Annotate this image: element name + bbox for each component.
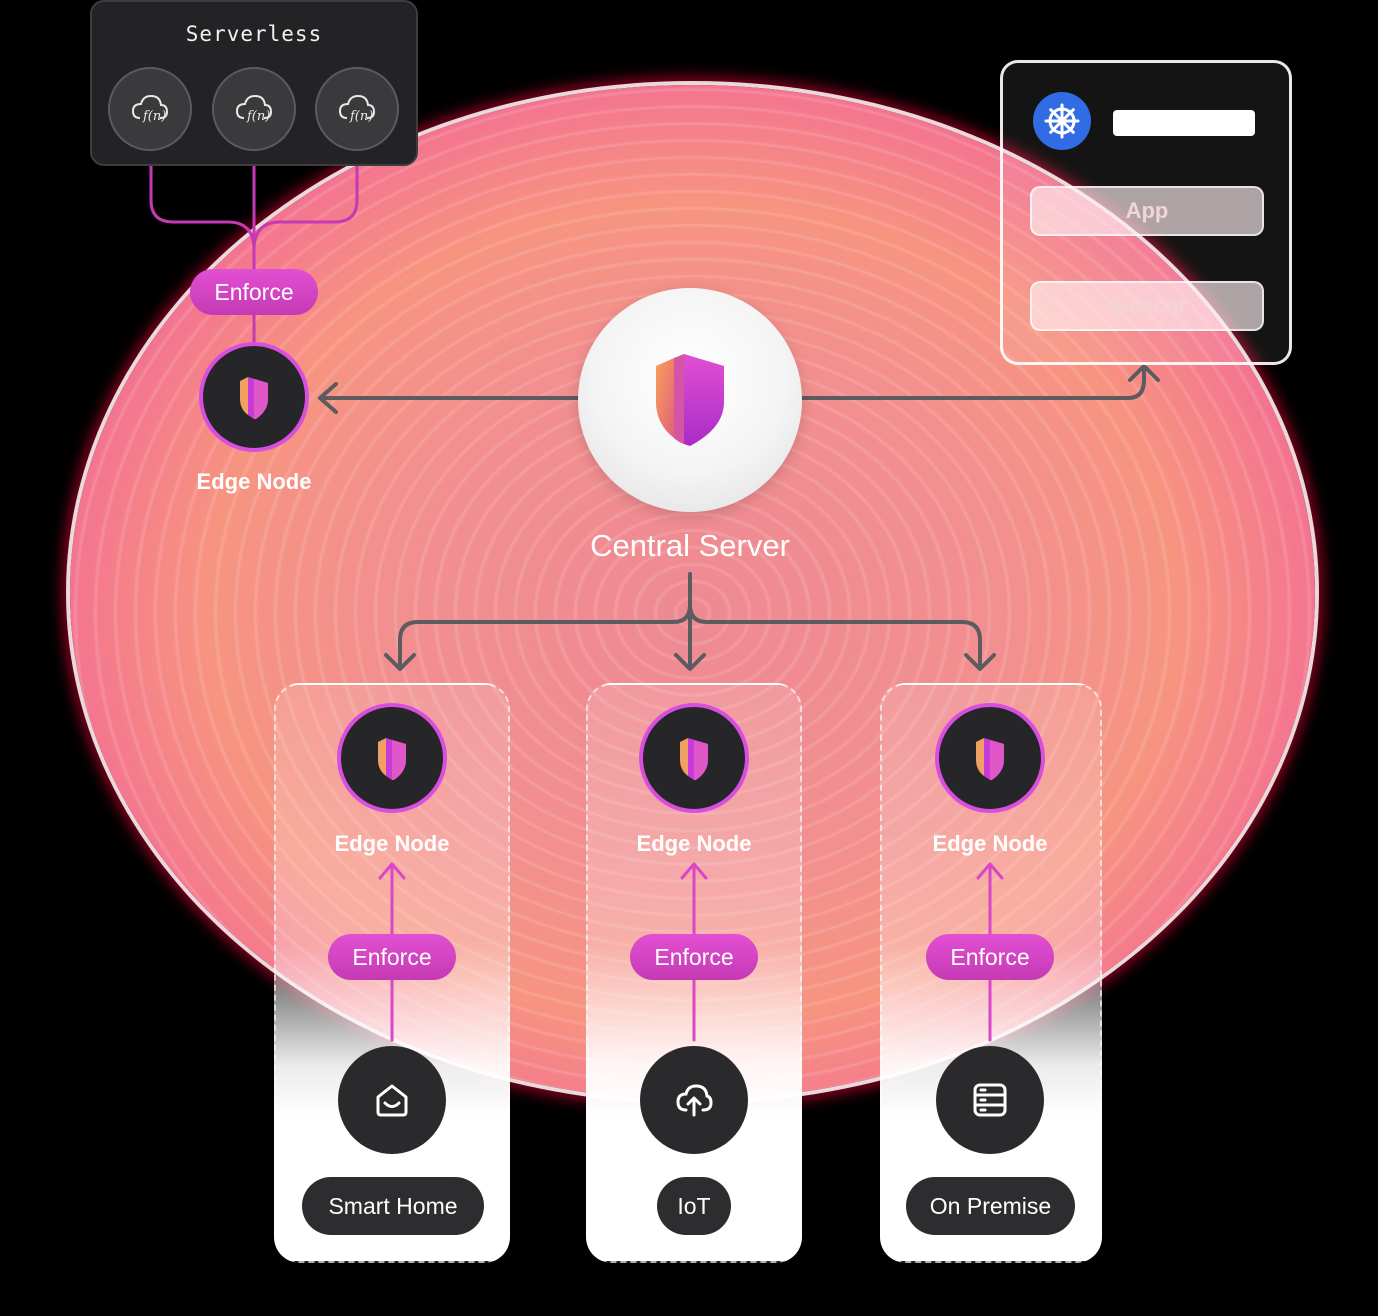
shield-icon	[680, 738, 708, 780]
edge-node-iot	[639, 703, 749, 813]
edge-node-label: Edge Node	[334, 831, 450, 856]
server-icon	[936, 1046, 1044, 1154]
edge-node-smart-home	[337, 703, 447, 813]
smart-home-icon	[338, 1046, 446, 1154]
shield-icon	[378, 738, 406, 780]
enforce-badge: Enforce	[328, 934, 456, 980]
device-label-iot: IoT	[657, 1177, 731, 1235]
edge-node-label: Edge Node	[636, 831, 752, 856]
edge-node-label: Edge Node	[932, 831, 1048, 856]
enforce-badge: Enforce	[926, 934, 1054, 980]
shield-icon	[976, 738, 1004, 780]
cloud-upload-icon	[640, 1046, 748, 1154]
edge-node-on-premise	[935, 703, 1045, 813]
device-label-smart-home: Smart Home	[302, 1177, 484, 1235]
architecture-diagram: Serverless f(n) f(n) f(n) Enforce Edge N…	[0, 0, 1378, 1316]
enforce-badge: Enforce	[630, 934, 758, 980]
device-label-on-premise: On Premise	[906, 1177, 1075, 1235]
